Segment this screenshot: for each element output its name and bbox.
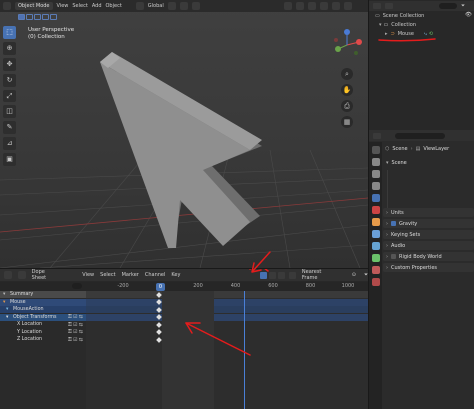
select-extend-icon[interactable] xyxy=(26,14,33,20)
scene-panel-header[interactable]: ▾ Scene xyxy=(383,158,474,167)
audio-panel[interactable]: › Audio xyxy=(383,241,474,250)
select-box-tool-icon[interactable]: ⬚ xyxy=(3,26,16,39)
ortho-grid-icon[interactable]: ▦ xyxy=(341,116,353,128)
world-tab-icon[interactable] xyxy=(371,206,380,214)
tool-tab-icon[interactable] xyxy=(371,146,380,154)
menu-select[interactable]: Select xyxy=(72,3,87,9)
camera-view-icon[interactable]: ⎙ xyxy=(341,100,353,112)
custom-properties-panel[interactable]: › Custom Properties xyxy=(383,263,474,272)
menu-object[interactable]: Object xyxy=(106,3,122,9)
particles-tab-icon[interactable] xyxy=(371,242,380,250)
modifier-tab-icon[interactable] xyxy=(371,230,380,238)
view-layer-icon: ▤ xyxy=(415,146,421,152)
red-annotation-underline xyxy=(378,38,436,42)
collapse-arrow-icon: › xyxy=(386,231,388,238)
output-tab-icon[interactable] xyxy=(371,170,380,178)
outliner-header: ⏷ xyxy=(369,1,474,11)
scene-panel-body xyxy=(387,170,473,208)
scene-collection-icon: ▭ xyxy=(375,13,380,19)
expand-arrow-icon: ▾ xyxy=(386,159,389,166)
annotate-tool-icon[interactable]: ✎ xyxy=(3,121,16,135)
physics-tab-icon[interactable] xyxy=(371,254,380,262)
select-intersect-icon[interactable] xyxy=(50,14,57,20)
select-subtract-icon[interactable] xyxy=(34,14,41,20)
scene-tab-icon[interactable] xyxy=(371,194,380,202)
viewport-header: Object Mode View Select Add Object Globa… xyxy=(0,0,368,12)
menu-add[interactable]: Add xyxy=(92,3,102,9)
visibility-eye-icon[interactable]: 👁 xyxy=(465,12,472,18)
select-new-icon[interactable] xyxy=(18,14,25,20)
selection-mode-row xyxy=(0,12,368,22)
collapse-arrow-icon: › xyxy=(386,209,388,216)
active-collection-label: (0) Collection xyxy=(28,34,65,40)
units-panel[interactable]: › Units xyxy=(383,208,474,217)
mode-dropdown[interactable]: Object Mode xyxy=(15,2,53,10)
display-mode-icon[interactable] xyxy=(385,3,393,9)
shading-render-icon[interactable] xyxy=(343,2,352,10)
cursor-tool-icon[interactable]: ⊕ xyxy=(3,41,16,55)
gravity-checkbox[interactable] xyxy=(391,221,396,226)
outliner-type-icon[interactable] xyxy=(373,3,381,9)
render-tab-icon[interactable] xyxy=(371,158,380,166)
select-invert-icon[interactable] xyxy=(42,14,49,20)
outliner: ⏷ ▭ Scene Collection ▾ ▭ Collection ▸ ⊃ … xyxy=(368,0,474,130)
transform-orientation-icon[interactable] xyxy=(135,2,144,10)
xray-icon[interactable] xyxy=(319,2,328,10)
visibility-icon[interactable] xyxy=(283,2,292,10)
transform-tool-icon[interactable]: ◫ xyxy=(3,105,16,119)
properties-tabs xyxy=(369,142,382,409)
expand-arrow-icon[interactable]: ▾ xyxy=(379,22,382,28)
menu-view[interactable]: View xyxy=(57,3,69,9)
properties-type-icon[interactable] xyxy=(373,132,381,139)
view-perspective-label: User Perspective xyxy=(28,27,75,33)
snap-icon[interactable] xyxy=(179,2,188,10)
tool-shelf: ⬚ ⊕ ✥ ↻ ⤢ ◫ ✎ ⊿ ▣ xyxy=(3,26,17,167)
view-layer-tab-icon[interactable] xyxy=(371,182,380,190)
rigid-body-world-panel[interactable]: › Rigid Body World xyxy=(383,252,474,261)
gravity-panel[interactable]: › Gravity xyxy=(383,219,474,228)
red-annotations xyxy=(185,269,269,356)
outliner-search-input[interactable] xyxy=(439,3,457,9)
rigid-body-checkbox[interactable] xyxy=(391,254,396,259)
collapse-arrow-icon: › xyxy=(386,264,388,271)
gizmo-icon[interactable] xyxy=(295,2,304,10)
zoom-icon[interactable]: ⌕ xyxy=(341,68,353,80)
pan-hand-icon[interactable]: ✋ xyxy=(341,84,353,96)
properties-editor: ⬡ Scene › ▤ ViewLayer ▾ Scene › Units › … xyxy=(368,130,474,409)
move-tool-icon[interactable]: ✥ xyxy=(3,57,16,71)
collapse-arrow-icon: › xyxy=(386,242,388,249)
red-arrow-annotation-top xyxy=(251,251,271,273)
keying-sets-panel[interactable]: › Keying Sets xyxy=(383,230,474,239)
data-tab-icon[interactable] xyxy=(371,278,380,286)
constraints-tab-icon[interactable] xyxy=(371,266,380,274)
rotate-tool-icon[interactable]: ↻ xyxy=(3,73,16,87)
collection-icon: ▭ xyxy=(383,22,389,28)
pivot-icon[interactable] xyxy=(167,2,176,10)
outliner-collection[interactable]: ▾ ▭ Collection xyxy=(369,21,474,29)
measure-tool-icon[interactable]: ⊿ xyxy=(3,137,16,151)
shading-solid-icon[interactable] xyxy=(331,2,340,10)
3d-viewport[interactable]: Object Mode View Select Add Object Globa… xyxy=(0,0,368,268)
overlay-icon[interactable] xyxy=(307,2,316,10)
editor-type-icon[interactable] xyxy=(3,2,11,10)
collapse-arrow-icon: › xyxy=(386,220,388,227)
collapse-arrow-icon: › xyxy=(386,253,388,260)
filter-icon[interactable]: ⏷ xyxy=(461,3,465,9)
scene-icon: ⬡ xyxy=(385,146,390,152)
breadcrumb: ⬡ Scene › ▤ ViewLayer xyxy=(385,146,450,152)
add-cube-tool-icon[interactable]: ▣ xyxy=(3,153,16,167)
properties-search-input[interactable] xyxy=(395,132,445,139)
properties-header xyxy=(369,130,474,141)
axis-gizmo[interactable] xyxy=(330,28,364,62)
outliner-scene-collection[interactable]: ▭ Scene Collection xyxy=(369,12,474,20)
dope-sheet-editor: Dope Sheet View Select Marker Channel Ke… xyxy=(0,268,368,409)
viewport-info: User Perspective (0) Collection xyxy=(28,27,74,41)
object-tab-icon[interactable] xyxy=(371,218,380,226)
navigation-gizmo: ⌕ ✋ ⎙ ▦ xyxy=(330,28,364,138)
transform-orientation-dropdown[interactable]: Global xyxy=(148,3,164,9)
proportional-icon[interactable] xyxy=(191,2,200,10)
scale-tool-icon[interactable]: ⤢ xyxy=(3,89,16,103)
properties-panel: ⬡ Scene › ▤ ViewLayer ▾ Scene › Units › … xyxy=(383,142,474,409)
